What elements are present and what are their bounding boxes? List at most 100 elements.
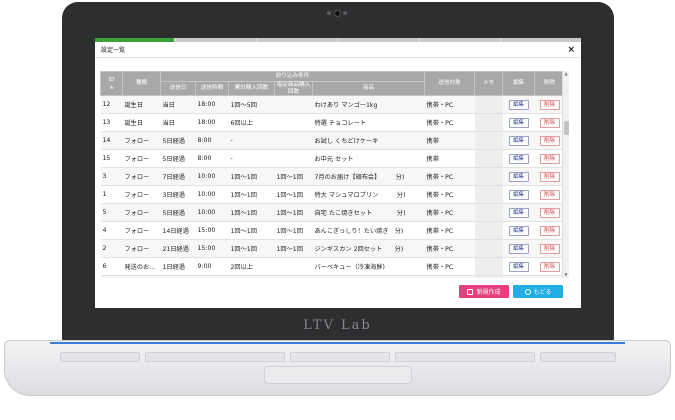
cell-type: フォロー: [122, 221, 161, 241]
cell-item: [274, 257, 313, 277]
col-delete: 削除: [534, 71, 566, 97]
cell-item: 1回〜1回: [274, 221, 313, 241]
cell-memo: [474, 257, 503, 277]
delete-button[interactable]: 削除: [539, 243, 560, 254]
cell-memo: [474, 131, 503, 151]
edit-button[interactable]: 編集: [508, 153, 529, 164]
cell-count: 1回〜1回: [228, 221, 275, 241]
table-row[interactable]: 7フォロー3日経過17:001回以上キッチンペーパー -携帯・PC編集削除: [100, 275, 565, 278]
table-row[interactable]: 3 フォロー 7日経過 10:00 1回〜1回 1回〜1回 7月のお届け【頒布会】 分) 携帯…: [100, 167, 565, 187]
cell-time: 15:00: [195, 239, 229, 259]
col-id[interactable]: ID ▲: [100, 71, 123, 97]
cell-time: 8:00: [195, 149, 229, 169]
delete-button[interactable]: 削除: [539, 261, 560, 272]
back-button[interactable]: もどる: [513, 285, 563, 298]
cell-memo: [474, 239, 503, 259]
scroll-up-icon[interactable]: ▲: [563, 71, 569, 77]
col-memo: メモ: [474, 71, 504, 97]
cell-time: 10:00: [195, 203, 229, 223]
table-row[interactable]: 2 フォロー 21日経過 15:00 1回〜1回 1回〜1回 ジンギスカン 2回セット 分)…: [100, 239, 565, 259]
col-target: 送信対象: [424, 71, 476, 97]
edit-button[interactable]: 編集: [508, 207, 529, 218]
cell-type: フォロー: [122, 185, 161, 205]
delete-button[interactable]: 削除: [539, 117, 560, 128]
cell-day: 3日経過: [160, 275, 196, 278]
delete-button[interactable]: 削除: [539, 135, 560, 146]
delete-button[interactable]: 削除: [539, 153, 560, 164]
table-row[interactable]: 12 誕生日 当日 18:00 1回〜5回 わけあり マンゴー1kg 携帯・PC 編集 削除: [100, 95, 565, 115]
cell-item: 1回〜1回: [274, 185, 313, 205]
edit-button[interactable]: 編集: [508, 117, 529, 128]
edit-button[interactable]: 編集: [508, 243, 529, 254]
edit-button[interactable]: 編集: [508, 261, 529, 272]
back-button-label: もどる: [533, 289, 552, 296]
cell-item: [274, 113, 313, 133]
edit-button[interactable]: 編集: [508, 189, 529, 200]
new-button-label: 新規作成: [476, 289, 501, 296]
tab[interactable]: [501, 38, 581, 42]
cell-item: 1回〜1回: [274, 167, 313, 187]
edit-button[interactable]: 編集: [508, 135, 529, 146]
cell-memo: [474, 149, 503, 169]
new-button[interactable]: 新規作成: [459, 285, 509, 298]
table-row[interactable]: 13 誕生日 当日 18:00 6回以上 特選 チョコレート 携帯・PC 編集 削除: [100, 113, 565, 133]
table-row[interactable]: 15 フォロー 5日経過 8:00- お中元 セット 携帯 編集 削除: [100, 149, 565, 169]
edit-button[interactable]: 編集: [508, 171, 529, 182]
scroll-down-icon[interactable]: ▼: [563, 272, 569, 278]
cell-target: 携帯・PC: [424, 239, 475, 259]
cell-id: 4: [100, 221, 123, 241]
table-row[interactable]: 5 フォロー 5日経過 10:00 1回〜1回 1回〜1回 自宅 たこ焼きセット 分) 携帯・…: [100, 203, 565, 223]
delete-button[interactable]: 削除: [539, 207, 560, 218]
close-icon[interactable]: ×: [567, 45, 575, 55]
settings-table: ID ▲ 種類 絞り込み条件 送信対象 メモ 編集 削除 送信日 送信時間 累計購…: [100, 71, 571, 278]
cell-target: 携帯: [424, 131, 475, 151]
cell-type: 誕生日: [122, 113, 161, 133]
dialog-title: 設定一覧: [101, 47, 126, 54]
tab[interactable]: [420, 38, 500, 42]
cell-target: 携帯・PC: [424, 275, 475, 278]
cell-target: 携帯・PC: [424, 95, 475, 115]
scrollbar[interactable]: ▲ ▼: [562, 71, 569, 278]
cell-time: 17:00: [195, 275, 229, 278]
delete-button[interactable]: 削除: [539, 189, 560, 200]
cell-count: 1回〜1回: [228, 185, 275, 205]
cell-product: あんこぎっしり！たい焼き 分): [312, 221, 425, 241]
edit-button[interactable]: 編集: [508, 225, 529, 236]
tab[interactable]: [176, 38, 256, 42]
cell-product: 特大 マシュマロプリン 分): [312, 185, 425, 205]
cell-count: 6回以上: [228, 113, 275, 133]
cell-day: 21日経過: [160, 239, 196, 259]
cell-id: 13: [100, 113, 123, 133]
col-send-day: 送信日: [160, 80, 196, 97]
webcam: [327, 9, 347, 17]
cell-product: わけあり マンゴー1kg: [312, 95, 425, 115]
cell-time: 10:00: [195, 167, 229, 187]
scroll-thumb[interactable]: [564, 121, 569, 135]
key-row: [60, 352, 140, 362]
table-row[interactable]: 1 フォロー 3日経過 10:00 1回〜1回 1回〜1回 特大 マシュマロプリン 分) 携帯…: [100, 185, 565, 205]
tab[interactable]: [338, 38, 419, 42]
cell-id: 14: [100, 131, 123, 151]
cell-product: 特選 チョコレート: [312, 113, 425, 133]
delete-button[interactable]: 削除: [539, 225, 560, 236]
delete-button[interactable]: 削除: [539, 171, 560, 182]
cell-id: 12: [100, 95, 123, 115]
table-row[interactable]: 14 フォロー 5日経過 8:00- お試し くちどけケーキ 携帯 編集 削除: [100, 131, 565, 151]
table-row[interactable]: 6 発送のお... 1日経過 9:00 2回以上 バーベキュー（冷凍海鮮) 携帯・PC 編集削…: [100, 257, 565, 277]
table-row[interactable]: 4 フォロー 14日経過 15:00 1回〜1回 1回〜1回 あんこぎっしり！たい焼き 分)…: [100, 221, 565, 241]
cell-product: 7月のお届け【頒布会】 分): [312, 167, 425, 187]
tab-active[interactable]: [95, 38, 175, 42]
cell-target: 携帯・PC: [424, 221, 475, 241]
cell-day: 7日経過: [160, 167, 196, 187]
edit-button[interactable]: 編集: [508, 99, 529, 110]
delete-button[interactable]: 削除: [539, 99, 560, 110]
edit-icon: [467, 288, 474, 295]
cell-time: 10:00: [195, 185, 229, 205]
col-item-count: 指定商品購入回数: [274, 80, 313, 97]
cell-type: フォロー: [122, 167, 161, 187]
sort-icon: ▲: [109, 84, 114, 91]
cell-memo: [474, 275, 503, 278]
cell-time: 9:00: [195, 257, 229, 277]
tab[interactable]: [257, 38, 337, 42]
cell-count: -: [228, 131, 275, 151]
